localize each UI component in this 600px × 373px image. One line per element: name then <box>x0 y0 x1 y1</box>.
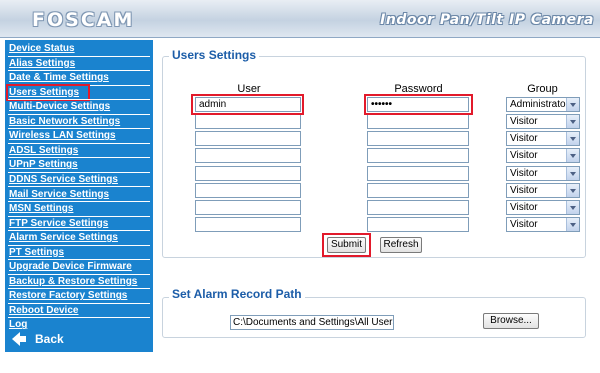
sidebar-item-date-time-settings[interactable]: Date & Time Settings <box>8 71 150 84</box>
user-name-input[interactable] <box>195 131 301 147</box>
group-select-value: Visitor <box>510 184 538 196</box>
sidebar-item-pt-settings[interactable]: PT Settings <box>8 246 150 259</box>
chevron-down-icon[interactable] <box>566 166 579 180</box>
alarm-path-input[interactable]: C:\Documents and Settings\All Users\D <box>230 315 394 330</box>
group-select[interactable]: Visitor <box>506 199 580 215</box>
group-select-value: Visitor <box>510 116 538 128</box>
foscam-logo: FOSCAM <box>32 9 135 31</box>
back-button[interactable]: Back <box>8 330 150 348</box>
password-field-highlight <box>364 94 473 115</box>
chevron-down-icon[interactable] <box>566 183 579 197</box>
chevron-down-icon[interactable] <box>566 149 579 163</box>
sidebar-item-restore-factory-settings[interactable]: Restore Factory Settings <box>8 289 150 302</box>
group-select[interactable]: Visitor <box>506 165 580 181</box>
sidebar-item-alarm-service-settings[interactable]: Alarm Service Settings <box>8 231 150 244</box>
sidebar-item-adsl-settings[interactable]: ADSL Settings <box>8 144 150 157</box>
group-select-value: Administrator <box>510 99 569 110</box>
users-settings-title: Users Settings <box>169 48 260 62</box>
back-label: Back <box>35 332 64 346</box>
password-input[interactable] <box>367 114 469 130</box>
sidebar-item-users-settings[interactable]: Users Settings <box>6 83 90 101</box>
browse-button[interactable]: Browse... <box>483 313 539 329</box>
sidebar-item-log[interactable]: Log <box>8 318 150 331</box>
user-name-input[interactable] <box>195 114 301 130</box>
user-name-input[interactable] <box>195 182 301 198</box>
password-input[interactable] <box>367 217 469 233</box>
group-select[interactable]: Visitor <box>506 182 580 198</box>
user-name-input[interactable] <box>195 217 301 233</box>
user-name-input[interactable] <box>195 148 301 164</box>
sidebar-item-reboot-device[interactable]: Reboot Device <box>8 304 150 317</box>
group-select-value: Visitor <box>510 201 538 213</box>
password-input[interactable] <box>367 148 469 164</box>
group-select[interactable]: Visitor <box>506 131 580 147</box>
sidebar-item-multi-device-settings[interactable]: Multi-Device Settings <box>8 100 150 113</box>
group-select-value: Visitor <box>510 133 538 145</box>
group-select-value: Visitor <box>510 150 538 162</box>
sidebar-item-wireless-lan-settings[interactable]: Wireless LAN Settings <box>8 129 150 142</box>
user-field-highlight <box>191 94 304 115</box>
product-tagline: Indoor Pan/Tilt IP Camera <box>380 12 594 28</box>
header: FOSCAM Indoor Pan/Tilt IP Camera <box>0 0 600 38</box>
sidebar-item-backup-restore-settings[interactable]: Backup & Restore Settings <box>8 275 150 288</box>
sidebar-item-device-status[interactable]: Device Status <box>8 42 150 55</box>
sidebar-item-msn-settings[interactable]: MSN Settings <box>8 202 150 215</box>
group-select-value: Visitor <box>510 167 538 179</box>
refresh-button[interactable]: Refresh <box>380 237 422 253</box>
chevron-down-icon[interactable] <box>566 218 579 232</box>
sidebar-item-upgrade-device-firmware[interactable]: Upgrade Device Firmware <box>8 260 150 273</box>
chevron-down-icon[interactable] <box>566 132 579 146</box>
sidebar-nav: Back Device Status Alias Settings Date & T… <box>5 40 153 352</box>
submit-button-highlight <box>322 233 371 257</box>
sidebar-item-mail-service-settings[interactable]: Mail Service Settings <box>8 188 150 201</box>
chevron-down-icon[interactable] <box>566 115 579 129</box>
user-name-input[interactable] <box>195 199 301 215</box>
group-select[interactable]: Administrator <box>506 97 580 112</box>
page: FOSCAM Indoor Pan/Tilt IP Camera Back De… <box>0 0 600 373</box>
group-select-value: Visitor <box>510 219 538 231</box>
group-select[interactable]: Visitor <box>506 114 580 130</box>
alarm-path-title: Set Alarm Record Path <box>169 287 305 301</box>
sidebar-item-ddns-service-settings[interactable]: DDNS Service Settings <box>8 173 150 186</box>
chevron-down-icon[interactable] <box>566 200 579 214</box>
password-input[interactable] <box>367 165 469 181</box>
group-select[interactable]: Visitor <box>506 217 580 233</box>
chevron-down-icon[interactable] <box>566 98 579 111</box>
sidebar-item-upnp-settings[interactable]: UPnP Settings <box>8 158 150 171</box>
sidebar-item-ftp-service-settings[interactable]: FTP Service Settings <box>8 217 150 230</box>
group-select[interactable]: Visitor <box>506 148 580 164</box>
group-column-header: Group <box>527 83 558 95</box>
user-name-input[interactable] <box>195 165 301 181</box>
sidebar-item-basic-network-settings[interactable]: Basic Network Settings <box>8 115 150 128</box>
password-input[interactable] <box>367 131 469 147</box>
sidebar-item-alias-settings[interactable]: Alias Settings <box>8 57 150 70</box>
password-input[interactable] <box>367 199 469 215</box>
password-input[interactable] <box>367 182 469 198</box>
